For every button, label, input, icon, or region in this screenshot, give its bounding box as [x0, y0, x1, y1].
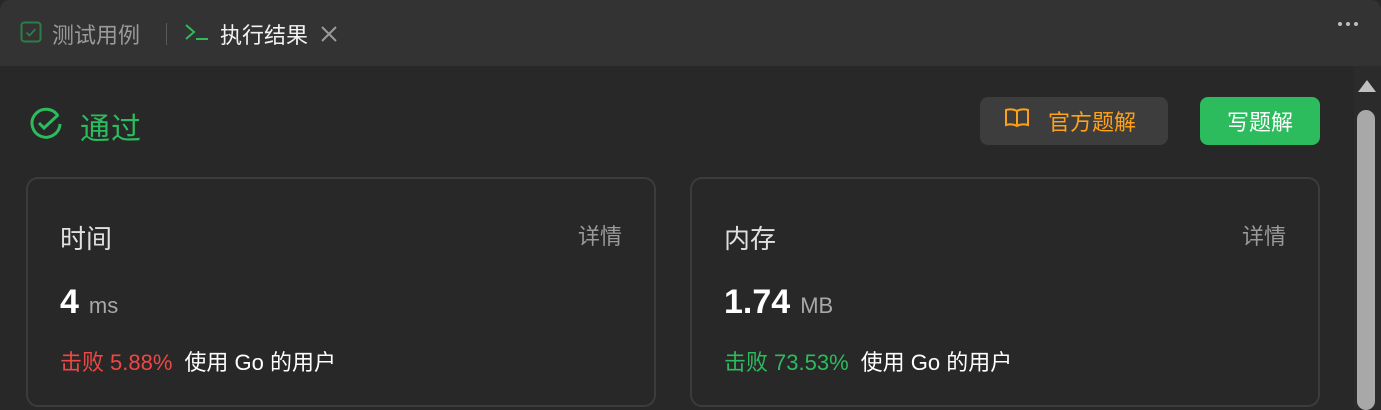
memory-beat-word: 击败 [724, 350, 769, 375]
tab-divider [166, 23, 167, 45]
checkbox-icon [20, 21, 42, 48]
memory-title: 内存 [724, 224, 777, 254]
memory-beat-percent: 73.53% [774, 350, 849, 375]
more-options-icon[interactable] [1338, 22, 1358, 26]
runtime-unit: ms [88, 293, 119, 318]
runtime-number: 4 [60, 283, 79, 321]
runtime-beats: 击败 5.88% 使用 Go 的用户 [60, 345, 336, 377]
runtime-value: 4 ms [60, 283, 118, 322]
memory-details-link[interactable]: 详情 [1242, 219, 1286, 251]
vertical-scrollbar[interactable] [1354, 66, 1381, 410]
terminal-icon [184, 21, 210, 48]
memory-beats: 击败 73.53% 使用 Go 的用户 [724, 345, 1012, 377]
runtime-card: 时间 详情 4 ms 击败 5.88% 使用 Go 的用户 [26, 177, 656, 407]
runtime-beat-word: 击败 [60, 350, 105, 375]
tab-run-result[interactable]: 执行结果 [184, 18, 338, 50]
runtime-details-link[interactable]: 详情 [578, 219, 622, 251]
official-solutions-label: 官方题解 [1048, 110, 1137, 135]
memory-value: 1.74 MB [724, 283, 833, 322]
tab-bar: 测试用例 执行结果 [0, 0, 1381, 66]
tab-test-cases[interactable]: 测试用例 [20, 18, 140, 50]
scroll-thumb[interactable] [1357, 110, 1375, 410]
memory-number: 1.74 [724, 283, 791, 321]
runtime-beat-tail: 使用 Go 的用户 [184, 350, 336, 375]
check-circle-icon [28, 106, 64, 147]
memory-beat-tail: 使用 Go 的用户 [860, 350, 1013, 375]
scroll-up-arrow-icon[interactable] [1358, 80, 1376, 92]
runtime-beat-percent: 5.88% [110, 350, 173, 375]
tab-run-result-label: 执行结果 [220, 23, 309, 48]
official-solutions-button[interactable]: 官方题解 [980, 97, 1168, 145]
status-label: 通过 [80, 113, 142, 146]
close-icon[interactable] [320, 25, 338, 43]
memory-unit: MB [800, 293, 834, 318]
tab-test-cases-label: 测试用例 [52, 23, 141, 48]
book-icon [1004, 107, 1030, 135]
result-status: 通过 [28, 104, 142, 148]
memory-card: 内存 详情 1.74 MB 击败 73.53% 使用 Go 的用户 [690, 177, 1320, 407]
runtime-title: 时间 [60, 224, 113, 254]
write-solution-button[interactable]: 写题解 [1200, 97, 1320, 145]
